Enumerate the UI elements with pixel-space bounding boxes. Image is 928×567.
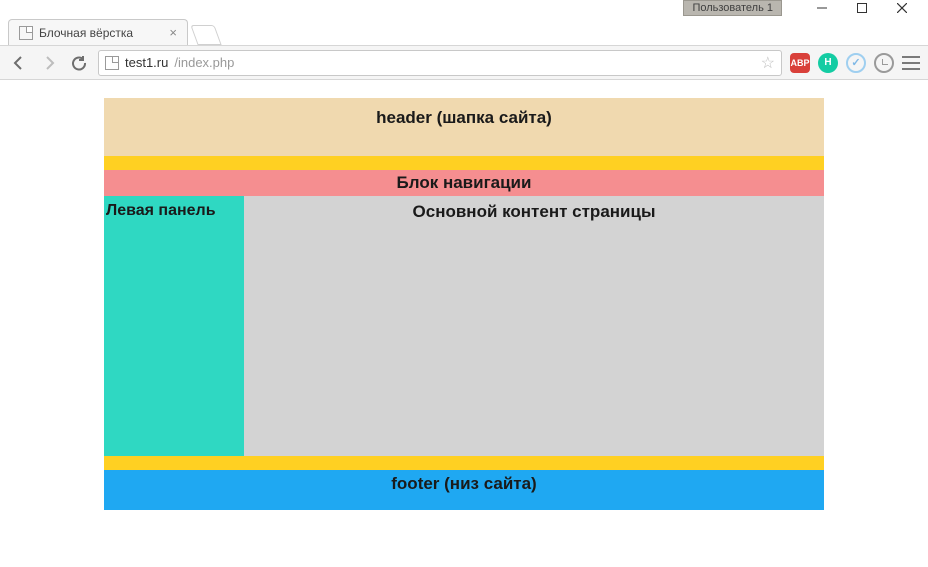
window-maximize-button[interactable]: [842, 0, 882, 16]
window-minimize-button[interactable]: [802, 0, 842, 16]
divider-bar-top: [104, 156, 824, 170]
page-viewport: header (шапка сайта) Блок навигации Лева…: [0, 80, 928, 510]
navigation-block: Блок навигации: [104, 170, 824, 196]
window-close-button[interactable]: [882, 0, 922, 16]
browser-menu-button[interactable]: [902, 56, 920, 70]
browser-tabstrip: Блочная вёрстка ×: [0, 16, 928, 46]
tab-close-button[interactable]: ×: [169, 26, 177, 39]
back-button[interactable]: [8, 52, 30, 74]
abp-extension-icon[interactable]: ABP: [790, 53, 810, 73]
url-host: test1.ru: [125, 55, 168, 70]
page-layout-wrapper: header (шапка сайта) Блок навигации Лева…: [104, 98, 824, 510]
forward-button[interactable]: [38, 52, 60, 74]
main-content-block: Основной контент страницы: [244, 196, 824, 456]
bookmark-star-icon[interactable]: ☆: [761, 53, 775, 73]
browser-toolbar: test1.ru/index.php ☆ ABP H: [0, 46, 928, 80]
url-path: /index.php: [174, 55, 234, 70]
h-extension-icon[interactable]: H: [818, 53, 838, 73]
site-footer-block: footer (низ сайта): [104, 470, 824, 510]
window-titlebar: Пользователь 1: [0, 0, 928, 16]
new-tab-button[interactable]: [190, 25, 221, 45]
clock-extension-icon[interactable]: [874, 53, 894, 73]
divider-bar-bottom: [104, 456, 824, 470]
browser-tab[interactable]: Блочная вёрстка ×: [8, 19, 188, 45]
left-panel-block: Левая панель: [104, 196, 244, 456]
page-icon: [19, 26, 33, 40]
address-bar[interactable]: test1.ru/index.php ☆: [98, 50, 782, 76]
extension-icons: ABP H: [790, 53, 920, 73]
user-profile-badge[interactable]: Пользователь 1: [683, 0, 782, 16]
reload-button[interactable]: [68, 52, 90, 74]
columns-wrapper: Левая панель Основной контент страницы: [104, 196, 824, 456]
site-icon: [105, 56, 119, 70]
tab-title: Блочная вёрстка: [39, 26, 133, 40]
site-header-block: header (шапка сайта): [104, 98, 824, 156]
checkmark-extension-icon[interactable]: [846, 53, 866, 73]
